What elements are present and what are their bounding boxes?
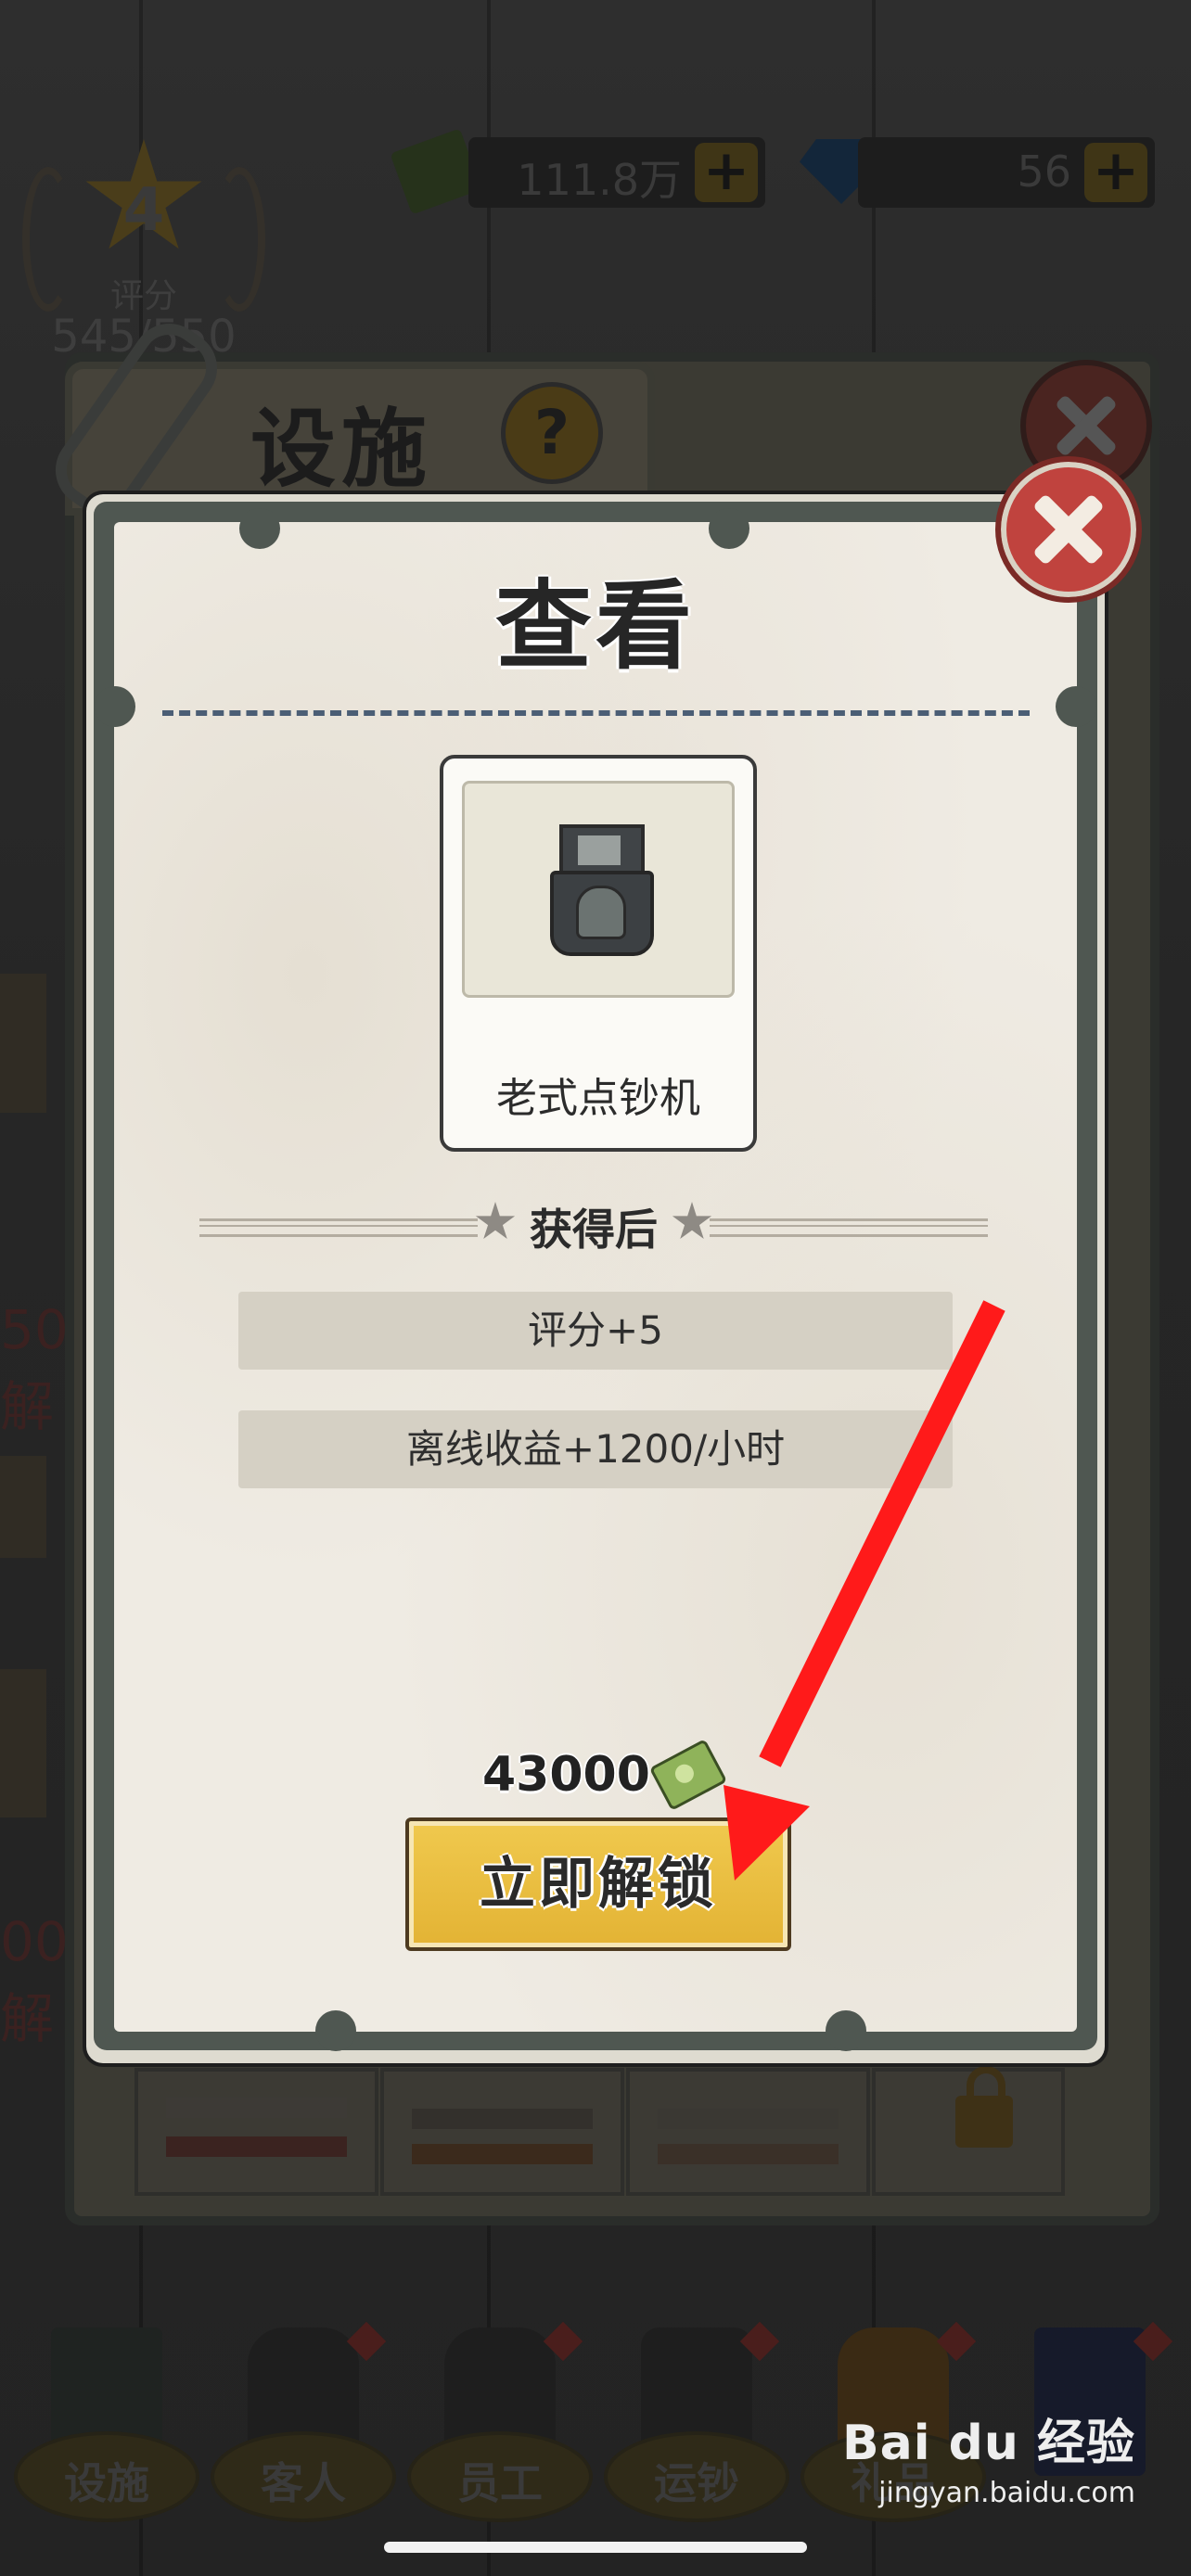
cash-value: 111.8万 [517,155,682,205]
add-gem-button[interactable]: + [1084,143,1147,202]
home-indicator[interactable] [384,2542,807,2553]
gem-value: 56 [1017,147,1071,197]
slot-detail [166,2098,347,2118]
watermark-logo: Bai du 经验 [842,2404,1135,2473]
after-acquire-title: 获得后 [530,1205,658,1255]
nav-item-guests[interactable]: 客人 [206,2309,401,2522]
slot-detail [412,2144,593,2164]
rank-badge[interactable]: 4 评分 545/550 [22,130,265,363]
benefit-rating: 评分+5 [238,1292,953,1370]
slot-detail [412,2109,593,2129]
price-value: 43000 [482,1747,650,1803]
frame-notch [95,686,135,727]
item-card: 老式点钞机 [440,755,757,1152]
price: 43000 [436,1739,770,1812]
dialog-title: 查看 [494,569,696,682]
slot-detail [166,2136,347,2157]
slot-detail [658,2109,839,2129]
side-text: 00 [0,1910,69,1973]
nav-label: 客人 [261,2458,346,2508]
frame-notch [1056,686,1096,727]
cash-icon [648,1739,728,1811]
nav-label: 员工 [457,2458,543,2508]
gem-counter: 56 + [858,137,1155,208]
cash-counter: 111.8万 + [468,137,765,208]
machine-body [550,871,654,956]
rank-number: 4 [122,176,165,245]
side-card-fragment [0,1669,46,1817]
side-text: 50 [0,1298,69,1361]
close-button[interactable] [995,456,1142,603]
lock-icon [955,2066,1013,2148]
frame-notch [826,2010,866,2051]
facility-slot[interactable] [626,2068,870,2196]
nav-item-staff[interactable]: 员工 [403,2309,597,2522]
after-acquire-header: 获得后 [199,1198,988,1255]
help-button[interactable]: ? [501,382,603,484]
frame-notch [709,508,749,549]
side-card-fragment [0,974,46,1113]
title-divider [162,710,1030,716]
watermark: Bai du 经验 jingyan.baidu.com [842,2404,1135,2509]
slot-detail [658,2144,839,2164]
side-text: 解 [0,1987,55,2050]
side-text: 解 [0,1375,55,1438]
frame-notch [239,508,280,549]
watermark-url: jingyan.baidu.com [878,2477,1135,2509]
item-image [462,781,735,998]
nav-item-cash-transport[interactable]: 运钞 [599,2309,794,2522]
side-card-fragment [0,1456,46,1558]
nav-item-facilities[interactable]: 设施 [9,2309,204,2522]
nav-label: 设施 [64,2458,149,2508]
frame-notch [315,2010,356,2051]
item-name: 老式点钞机 [496,1075,700,1122]
money-counter-icon [543,824,654,956]
add-cash-button[interactable]: + [695,143,758,202]
benefit-offline-income: 离线收益+1200/小时 [238,1410,953,1488]
unlock-now-button[interactable]: 立即解锁 [405,1817,791,1951]
watermark-logo-text: Bai du 经验 [842,2416,1135,2471]
facility-slot[interactable] [134,2068,378,2196]
nav-label: 运钞 [654,2458,739,2508]
facilities-panel-title: 设施 [250,400,433,499]
facility-slot[interactable] [380,2068,624,2196]
